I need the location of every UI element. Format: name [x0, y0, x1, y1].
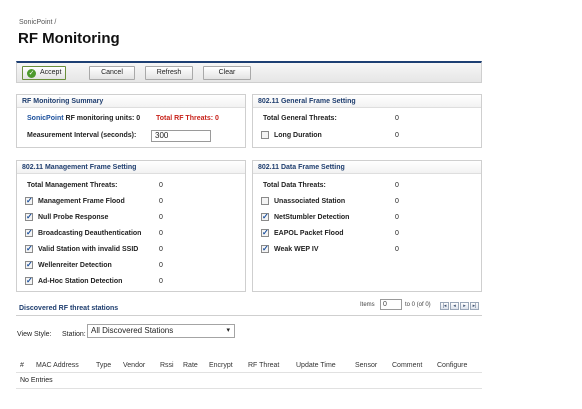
- data-threat-label: NetStumbler Detection: [274, 214, 350, 221]
- data-threat-checkbox[interactable]: [261, 212, 269, 221]
- column-header[interactable]: RF Threat: [248, 362, 279, 369]
- data-threat-label: EAPOL Packet Flood: [274, 230, 344, 237]
- data-threat-label: Unassociated Station: [274, 198, 346, 205]
- prev-page-icon[interactable]: ◂: [450, 302, 459, 310]
- management-threat-label: Ad-Hoc Station Detection: [38, 278, 123, 285]
- column-header[interactable]: MAC Address: [36, 362, 79, 369]
- column-header[interactable]: Vendor: [123, 362, 145, 369]
- management-threat-value: 0: [159, 198, 163, 205]
- data-total-value: 0: [395, 182, 399, 189]
- units-value: 0: [136, 115, 141, 122]
- management-threat-label: Valid Station with invalid SSID: [38, 246, 139, 253]
- management-threat-label: Broadcasting Deauthentication: [38, 230, 142, 237]
- management-threat-value: 0: [159, 246, 163, 253]
- column-header[interactable]: Comment: [392, 362, 422, 369]
- management-threat-value: 0: [159, 214, 163, 221]
- column-header[interactable]: Rssi: [160, 362, 174, 369]
- general-frame-title: 802.11 General Frame Setting: [253, 95, 481, 108]
- breadcrumb: SonicPoint /: [19, 19, 57, 26]
- check-icon: ✓: [27, 69, 36, 78]
- pager-items-label: Items: [360, 302, 375, 308]
- data-threat-value: 0: [395, 230, 399, 237]
- view-style-label: View Style:: [17, 331, 52, 338]
- discovered-title: Discovered RF threat stations: [19, 305, 119, 312]
- chevron-down-icon: ▾: [226, 327, 230, 334]
- column-header[interactable]: #: [20, 362, 24, 369]
- management-threat-value: 0: [159, 278, 163, 285]
- column-header[interactable]: Rate: [183, 362, 198, 369]
- data-frame-panel: 802.11 Data Frame Setting Total Data Thr…: [252, 160, 482, 292]
- management-threat-checkbox[interactable]: [25, 228, 33, 237]
- next-page-icon[interactable]: ▸: [460, 302, 469, 310]
- management-threat-label: Wellenreiter Detection: [38, 262, 112, 269]
- column-header[interactable]: Sensor: [355, 362, 377, 369]
- column-header[interactable]: Type: [96, 362, 111, 369]
- rf-summary-title: RF Monitoring Summary: [17, 95, 245, 108]
- threats-row: Total RF Threats: 0: [156, 115, 219, 122]
- management-frame-panel: 802.11 Management Frame Setting Total Ma…: [16, 160, 246, 292]
- long-duration-label: Long Duration: [274, 132, 322, 139]
- threats-label: Total RF Threats:: [156, 115, 214, 122]
- table-header-divider: [16, 372, 482, 373]
- management-total-value: 0: [159, 182, 163, 189]
- pager-range: to 0 (of 0): [405, 302, 431, 308]
- general-frame-panel: 802.11 General Frame Setting Total Gener…: [252, 94, 482, 148]
- data-threat-checkbox[interactable]: [261, 228, 269, 237]
- interval-label: Measurement Interval (seconds):: [27, 132, 137, 139]
- data-threat-checkbox[interactable]: [261, 244, 269, 253]
- sonicpoint-link[interactable]: SonicPoint: [27, 115, 64, 122]
- management-threat-checkbox[interactable]: [25, 196, 33, 205]
- management-threat-label: Management Frame Flood: [38, 198, 125, 205]
- column-header[interactable]: Encrypt: [209, 362, 233, 369]
- column-header[interactable]: Configure: [437, 362, 467, 369]
- column-header[interactable]: Update Time: [296, 362, 336, 369]
- no-entries-text: No Entries: [20, 377, 53, 384]
- data-threat-value: 0: [395, 246, 399, 253]
- threats-value: 0: [215, 115, 219, 122]
- management-threat-checkbox[interactable]: [25, 244, 33, 253]
- cancel-button[interactable]: Cancel: [89, 66, 135, 80]
- station-label: Station:: [62, 331, 86, 338]
- general-total-value: 0: [395, 115, 399, 122]
- long-duration-checkbox[interactable]: [261, 131, 269, 139]
- last-page-icon[interactable]: ▸|: [470, 302, 479, 310]
- management-total-label: Total Management Threats:: [27, 182, 118, 189]
- units-row: SonicPoint RF monitoring units: 0: [27, 115, 140, 122]
- management-threat-checkbox[interactable]: [25, 260, 33, 269]
- toolbar: ✓ Accept Cancel Refresh Clear: [16, 61, 482, 83]
- management-frame-title: 802.11 Management Frame Setting: [17, 161, 245, 174]
- long-duration-value: 0: [395, 132, 399, 139]
- interval-input[interactable]: 300: [151, 130, 211, 142]
- section-divider: [16, 315, 482, 316]
- management-threat-value: 0: [159, 230, 163, 237]
- management-threat-checkbox[interactable]: [25, 276, 33, 285]
- first-page-icon[interactable]: |◂: [440, 302, 449, 310]
- table-bottom-divider: [16, 388, 482, 389]
- clear-button[interactable]: Clear: [203, 66, 251, 80]
- data-total-label: Total Data Threats:: [263, 182, 326, 189]
- rf-summary-panel: RF Monitoring Summary SonicPoint RF moni…: [16, 94, 246, 148]
- data-threat-value: 0: [395, 214, 399, 221]
- data-threat-label: Weak WEP IV: [274, 246, 319, 253]
- station-select[interactable]: All Discovered Stations ▾: [87, 324, 235, 338]
- data-threat-value: 0: [395, 198, 399, 205]
- station-selected-value: All Discovered Stations: [91, 326, 174, 335]
- units-label: RF monitoring units:: [65, 115, 135, 122]
- data-frame-title: 802.11 Data Frame Setting: [253, 161, 481, 174]
- management-threat-label: Null Probe Response: [38, 214, 109, 221]
- accept-button[interactable]: ✓ Accept: [22, 66, 66, 80]
- refresh-button[interactable]: Refresh: [145, 66, 193, 80]
- management-threat-checkbox[interactable]: [25, 212, 33, 221]
- accept-label: Accept: [40, 69, 62, 76]
- page-title: RF Monitoring: [18, 30, 120, 47]
- management-threat-value: 0: [159, 262, 163, 269]
- data-threat-checkbox[interactable]: [261, 197, 269, 205]
- pager-items-input[interactable]: 0: [380, 299, 402, 310]
- general-total-label: Total General Threats:: [263, 115, 337, 122]
